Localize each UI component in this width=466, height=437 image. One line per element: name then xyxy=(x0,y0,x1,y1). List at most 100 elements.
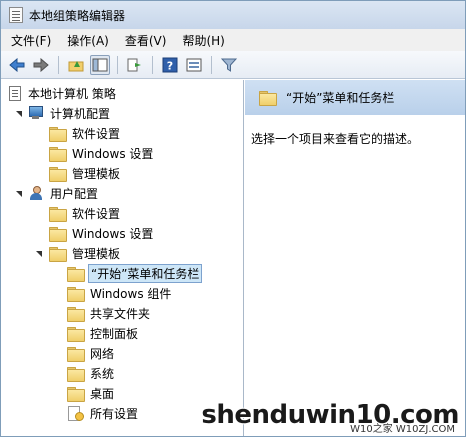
collapsed-arrow-icon[interactable] xyxy=(35,128,45,138)
gpedit-app-icon xyxy=(9,7,23,23)
folder-icon xyxy=(259,91,277,106)
tree-item-windows-components[interactable]: Windows 组件 xyxy=(53,283,173,303)
expanded-arrow-icon[interactable] xyxy=(15,188,25,198)
back-icon xyxy=(9,57,25,72)
tree-item-user-config[interactable]: 用户配置 xyxy=(15,183,100,203)
tree-label: 软件设置 xyxy=(72,126,121,141)
user-icon xyxy=(29,186,43,200)
folder-icon xyxy=(67,286,85,302)
title-bar: 本地组策略编辑器 xyxy=(1,1,465,29)
toolbar-separator xyxy=(211,55,212,74)
window-title: 本地组策略编辑器 xyxy=(29,8,126,23)
menu-view[interactable]: 查看(V) xyxy=(125,32,167,49)
help-button[interactable]: ? xyxy=(160,55,180,75)
watermark-subtext: W10之家 W10ZJ.COM xyxy=(350,424,455,435)
filter-icon xyxy=(221,58,237,72)
export-list-button[interactable] xyxy=(125,55,145,75)
svg-text:?: ? xyxy=(167,59,173,72)
tree-label: 控制面板 xyxy=(90,326,139,341)
tree-item-start-menu[interactable]: “开始”菜单和任务栏 xyxy=(53,263,203,283)
folder-icon xyxy=(49,206,67,222)
tree-label: 计算机配置 xyxy=(50,106,111,121)
collapsed-arrow-icon[interactable] xyxy=(35,168,45,178)
tree-label: 软件设置 xyxy=(72,206,121,221)
up-folder-button[interactable] xyxy=(66,55,86,75)
menu-help[interactable]: 帮助(H) xyxy=(182,32,224,49)
tree-label: 管理模板 xyxy=(72,166,121,181)
tree-item-computer-config[interactable]: 计算机配置 xyxy=(15,103,112,123)
detail-pane: “开始”菜单和任务栏 选择一个项目来查看它的描述。 xyxy=(245,80,465,436)
tree-item-uc-software[interactable]: 软件设置 xyxy=(35,203,122,223)
all-settings-icon xyxy=(67,406,84,421)
policy-document-icon xyxy=(9,85,21,101)
detail-header: “开始”菜单和任务栏 xyxy=(245,80,465,115)
tree-item-uc-windows[interactable]: Windows 设置 xyxy=(35,223,155,243)
show-hide-tree-button[interactable] xyxy=(90,54,110,75)
collapsed-arrow-icon[interactable] xyxy=(53,348,63,358)
folder-icon xyxy=(49,166,67,182)
tree-label: 本地计算机 策略 xyxy=(28,86,116,101)
tree-item-cc-windows[interactable]: Windows 设置 xyxy=(35,143,155,163)
tree-label: Windows 设置 xyxy=(72,226,154,241)
export-list-icon xyxy=(127,58,141,71)
detail-title: “开始”菜单和任务栏 xyxy=(286,91,395,105)
tree-item-all-settings[interactable]: 所有设置 xyxy=(53,403,140,423)
tree-label: 所有设置 xyxy=(90,406,139,421)
menu-action[interactable]: 操作(A) xyxy=(67,32,109,49)
folder-icon xyxy=(49,246,67,262)
collapsed-arrow-icon[interactable] xyxy=(35,208,45,218)
tree-item-cc-software[interactable]: 软件设置 xyxy=(35,123,122,143)
folder-icon xyxy=(49,226,67,242)
folder-icon xyxy=(67,326,85,342)
collapsed-arrow-icon[interactable] xyxy=(53,368,63,378)
folder-icon xyxy=(67,306,85,322)
collapsed-arrow-icon[interactable] xyxy=(53,388,63,398)
properties-icon xyxy=(186,58,202,71)
tree-item-network[interactable]: 网络 xyxy=(53,343,116,363)
collapsed-arrow-icon[interactable] xyxy=(53,288,63,298)
collapsed-arrow-icon[interactable] xyxy=(35,148,45,158)
folder-icon xyxy=(67,386,85,402)
tree-label: 用户配置 xyxy=(50,186,99,201)
tree-item-uc-admin[interactable]: 管理模板 xyxy=(35,243,122,263)
tree-item-desktop[interactable]: 桌面 xyxy=(53,383,116,403)
folder-icon xyxy=(67,266,85,282)
tree-item-root[interactable]: 本地计算机 策略 xyxy=(9,83,118,103)
toolbar-separator xyxy=(117,55,118,74)
tree-item-shared-folders[interactable]: 共享文件夹 xyxy=(53,303,152,323)
toolbar: ? xyxy=(1,51,465,79)
menu-bar: 文件(F) 操作(A) 查看(V) 帮助(H) xyxy=(1,29,465,51)
tree-label: 系统 xyxy=(90,366,115,381)
folder-icon xyxy=(67,366,85,382)
folder-icon xyxy=(49,146,67,162)
detail-description: 选择一个项目来查看它的描述。 xyxy=(251,132,420,146)
computer-icon xyxy=(29,106,43,120)
back-button[interactable] xyxy=(7,55,27,75)
collapsed-arrow-icon[interactable] xyxy=(35,228,45,238)
folder-icon xyxy=(49,126,67,142)
tree-label: 网络 xyxy=(90,346,115,361)
properties-button[interactable] xyxy=(184,55,204,75)
up-folder-icon xyxy=(68,60,84,71)
tree-item-control-panel[interactable]: 控制面板 xyxy=(53,323,140,343)
tree-item-system[interactable]: 系统 xyxy=(53,363,116,383)
help-icon: ? xyxy=(162,57,178,72)
tree-pane: 本地计算机 策略 计算机配置 软件设置 Windows 设置 管理模板 用户配置 xyxy=(1,80,244,436)
forward-button[interactable] xyxy=(31,55,51,75)
tree-label: “开始”菜单和任务栏 xyxy=(88,263,203,283)
expanded-arrow-icon[interactable] xyxy=(15,108,25,118)
tree-label: Windows 设置 xyxy=(72,146,154,161)
tree-label: 管理模板 xyxy=(72,246,121,261)
collapsed-arrow-icon[interactable] xyxy=(53,328,63,338)
filter-button[interactable] xyxy=(219,55,239,75)
forward-icon xyxy=(33,57,49,72)
tree-label: 共享文件夹 xyxy=(90,306,151,321)
tree-item-cc-admin[interactable]: 管理模板 xyxy=(35,163,122,183)
tree-label: 桌面 xyxy=(90,386,115,401)
toolbar-separator xyxy=(152,55,153,74)
folder-icon xyxy=(67,346,85,362)
tree-label: Windows 组件 xyxy=(90,286,172,301)
expanded-arrow-icon[interactable] xyxy=(35,248,45,258)
gpedit-window: 本地组策略编辑器 文件(F) 操作(A) 查看(V) 帮助(H) ? 本地计算机… xyxy=(0,0,466,437)
menu-file[interactable]: 文件(F) xyxy=(11,32,51,49)
